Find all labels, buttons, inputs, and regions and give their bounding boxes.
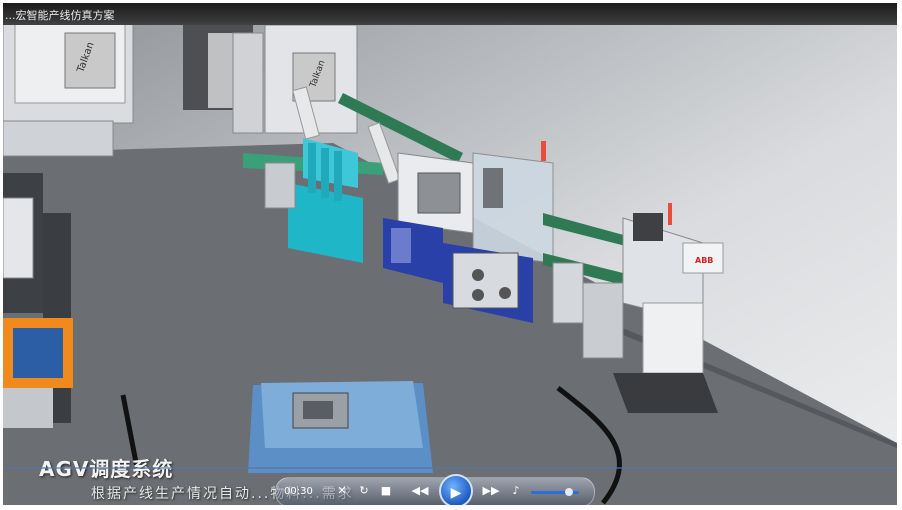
window-title-bar: ...宏智能产线仿真方案 xyxy=(3,3,897,25)
volume-slider-handle[interactable] xyxy=(565,488,573,496)
player-controls: 00:30 ✕ ↻ ■ ◀◀ ▶ ▶▶ ♪ xyxy=(275,474,595,505)
next-icon[interactable]: ▶▶ xyxy=(481,481,501,501)
repeat-icon[interactable]: ↻ xyxy=(354,481,374,501)
video-window: Talkan Talkan ABB ...宏智能产线仿真方案 AGV调度系统 根… xyxy=(0,0,902,510)
abb-logo: ABB xyxy=(695,256,713,265)
volume-slider[interactable] xyxy=(531,488,579,496)
volume-icon[interactable]: ♪ xyxy=(506,481,526,501)
stop-icon[interactable]: ■ xyxy=(376,481,396,501)
factory-scene: Talkan Talkan ABB xyxy=(3,3,897,505)
play-icon[interactable]: ▶ xyxy=(439,474,473,505)
window-title: ...宏智能产线仿真方案 xyxy=(5,9,115,22)
video-viewport[interactable]: Talkan Talkan ABB ...宏智能产线仿真方案 AGV调度系统 根… xyxy=(3,3,897,505)
previous-icon[interactable]: ◀◀ xyxy=(410,481,430,501)
close-icon[interactable]: ✕ xyxy=(332,481,352,501)
playback-time: 00:30 xyxy=(284,486,313,497)
seek-bar[interactable] xyxy=(3,467,897,469)
